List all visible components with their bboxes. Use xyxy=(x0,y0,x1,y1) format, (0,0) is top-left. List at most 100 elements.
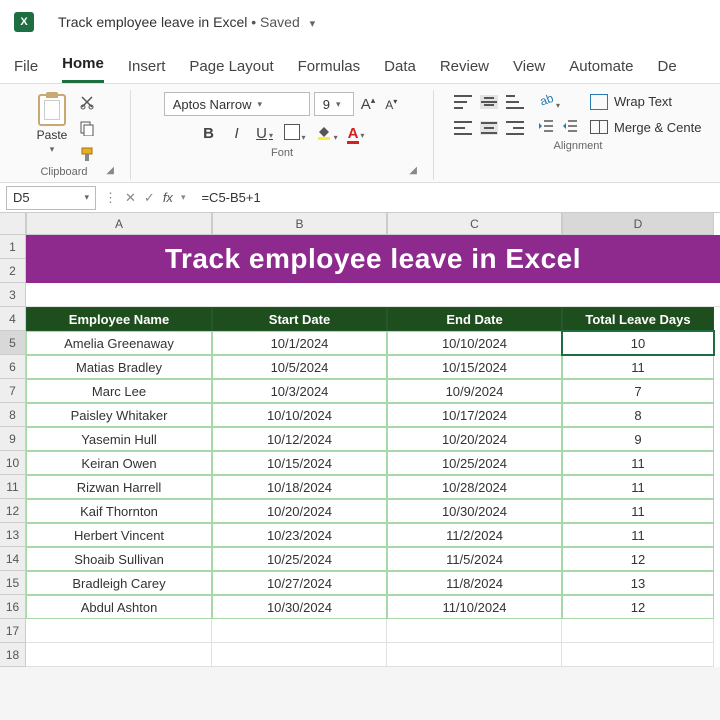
chevron-down-icon[interactable]: ▾ xyxy=(310,18,316,30)
chevron-down-icon[interactable]: ▾ xyxy=(84,192,89,203)
col-header[interactable]: A xyxy=(26,213,212,235)
row-header[interactable]: 9 xyxy=(0,427,26,451)
row-header[interactable]: 6 xyxy=(0,355,26,379)
cell[interactable]: Matias Bradley xyxy=(26,355,212,379)
cell[interactable]: 11/5/2024 xyxy=(387,547,562,571)
title-banner[interactable]: Track employee leave in Excel xyxy=(26,235,720,283)
align-top-icon[interactable] xyxy=(454,95,472,109)
cell[interactable]: 11/10/2024 xyxy=(387,595,562,619)
increase-indent-icon[interactable] xyxy=(562,119,578,136)
cell[interactable]: Yasemin Hull xyxy=(26,427,212,451)
row-header[interactable]: 1 xyxy=(0,235,26,259)
tab-review[interactable]: Review xyxy=(440,58,489,83)
header-cell[interactable]: Employee Name xyxy=(26,307,212,331)
cell[interactable]: 10/23/2024 xyxy=(212,523,387,547)
empty-row[interactable] xyxy=(26,643,720,667)
cell[interactable]: 11/2/2024 xyxy=(387,523,562,547)
header-row[interactable]: Employee Name Start Date End Date Total … xyxy=(26,307,720,331)
wrap-text-button[interactable]: Wrap Text xyxy=(590,94,701,110)
cell[interactable]: Bradleigh Carey xyxy=(26,571,212,595)
cell[interactable]: Rizwan Harrell xyxy=(26,475,212,499)
decrease-font-icon[interactable]: A▾ xyxy=(382,97,400,112)
header-cell[interactable]: End Date xyxy=(387,307,562,331)
cell[interactable]: Abdul Ashton xyxy=(26,595,212,619)
row-header[interactable]: 13 xyxy=(0,523,26,547)
tab-view[interactable]: View xyxy=(513,58,545,83)
chevron-down-icon[interactable]: ▾ xyxy=(50,144,55,155)
cell[interactable]: 7 xyxy=(562,379,714,403)
table-row[interactable]: Kaif Thornton10/20/202410/30/202411 xyxy=(26,499,720,523)
cell[interactable]: 12 xyxy=(562,595,714,619)
table-row[interactable]: Amelia Greenaway10/1/202410/10/202410 xyxy=(26,331,720,355)
align-middle-icon[interactable] xyxy=(480,95,498,109)
cell[interactable]: Paisley Whitaker xyxy=(26,403,212,427)
col-header[interactable]: C xyxy=(387,213,562,235)
table-row[interactable]: Rizwan Harrell10/18/202410/28/202411 xyxy=(26,475,720,499)
cell[interactable]: 10/9/2024 xyxy=(387,379,562,403)
enter-icon[interactable]: ✓ xyxy=(144,190,155,206)
align-right-icon[interactable] xyxy=(506,121,524,135)
formula-input[interactable]: =C5-B5+1 xyxy=(193,190,720,205)
underline-button[interactable]: U▾ xyxy=(256,125,274,142)
table-row[interactable]: Matias Bradley10/5/202410/15/202411 xyxy=(26,355,720,379)
cell[interactable]: Shoaib Sullivan xyxy=(26,547,212,571)
italic-button[interactable]: I xyxy=(228,125,246,142)
copy-icon[interactable] xyxy=(79,120,95,136)
cell[interactable]: 10/25/2024 xyxy=(212,547,387,571)
row-header[interactable]: 18 xyxy=(0,643,26,667)
table-row[interactable]: Paisley Whitaker10/10/202410/17/20248 xyxy=(26,403,720,427)
row-header[interactable]: 5 xyxy=(0,331,26,355)
row-header[interactable]: 14 xyxy=(0,547,26,571)
tab-data[interactable]: Data xyxy=(384,58,416,83)
cell[interactable]: 11 xyxy=(562,355,714,379)
row-header[interactable]: 2 xyxy=(0,259,26,283)
align-bottom-icon[interactable] xyxy=(506,95,524,109)
merge-center-button[interactable]: Merge & Cente xyxy=(590,120,701,135)
tab-file[interactable]: File xyxy=(14,58,38,83)
cell[interactable]: 10/28/2024 xyxy=(387,475,562,499)
row-header[interactable]: 17 xyxy=(0,619,26,643)
cell[interactable]: 10 xyxy=(562,331,714,355)
worksheet[interactable]: 1 2 3 4 5 6 7 8 9 10 11 12 13 14 15 16 1… xyxy=(0,213,720,667)
cell[interactable]: 9 xyxy=(562,427,714,451)
cell[interactable]: 10/30/2024 xyxy=(212,595,387,619)
chevron-down-icon[interactable]: ▾ xyxy=(336,99,341,110)
chevron-down-icon[interactable]: ▾ xyxy=(257,99,262,110)
col-header[interactable]: B xyxy=(212,213,387,235)
cell[interactable]: 11 xyxy=(562,523,714,547)
row-header[interactable]: 4 xyxy=(0,307,26,331)
cell[interactable]: 10/1/2024 xyxy=(212,331,387,355)
fill-color-button[interactable]: ▾ xyxy=(316,124,338,143)
name-box[interactable]: D5 ▾ xyxy=(6,186,96,210)
tab-developer[interactable]: De xyxy=(657,58,676,83)
table-row[interactable]: Keiran Owen10/15/202410/25/202411 xyxy=(26,451,720,475)
row-header[interactable]: 10 xyxy=(0,451,26,475)
cell[interactable]: 10/15/2024 xyxy=(387,355,562,379)
cell[interactable]: 10/12/2024 xyxy=(212,427,387,451)
dialog-launcher-icon[interactable]: ◢ xyxy=(106,165,114,176)
tab-insert[interactable]: Insert xyxy=(128,58,166,83)
increase-font-icon[interactable]: A▴ xyxy=(358,95,379,113)
tab-page-layout[interactable]: Page Layout xyxy=(189,58,273,83)
align-left-icon[interactable] xyxy=(454,121,472,135)
cell[interactable]: 10/30/2024 xyxy=(387,499,562,523)
more-icon[interactable]: ⋮ xyxy=(104,190,117,206)
row-header[interactable]: 3 xyxy=(0,283,26,307)
cut-icon[interactable] xyxy=(79,94,95,110)
cell[interactable]: Herbert Vincent xyxy=(26,523,212,547)
cell[interactable]: 11/8/2024 xyxy=(387,571,562,595)
table-row[interactable]: Abdul Ashton10/30/202411/10/202412 xyxy=(26,595,720,619)
tab-formulas[interactable]: Formulas xyxy=(298,58,361,83)
table-row[interactable]: Yasemin Hull10/12/202410/20/20249 xyxy=(26,427,720,451)
col-header[interactable]: D xyxy=(562,213,714,235)
cell[interactable]: 10/10/2024 xyxy=(212,403,387,427)
borders-button[interactable]: ▾ xyxy=(284,124,306,143)
select-all-corner[interactable] xyxy=(0,213,26,235)
row-header[interactable]: 12 xyxy=(0,499,26,523)
row-header[interactable]: 8 xyxy=(0,403,26,427)
cell[interactable]: Amelia Greenaway xyxy=(26,331,212,355)
orientation-icon[interactable]: ab▾ xyxy=(538,92,560,111)
row-header[interactable]: 11 xyxy=(0,475,26,499)
cell[interactable]: 10/15/2024 xyxy=(212,451,387,475)
cell[interactable]: 8 xyxy=(562,403,714,427)
